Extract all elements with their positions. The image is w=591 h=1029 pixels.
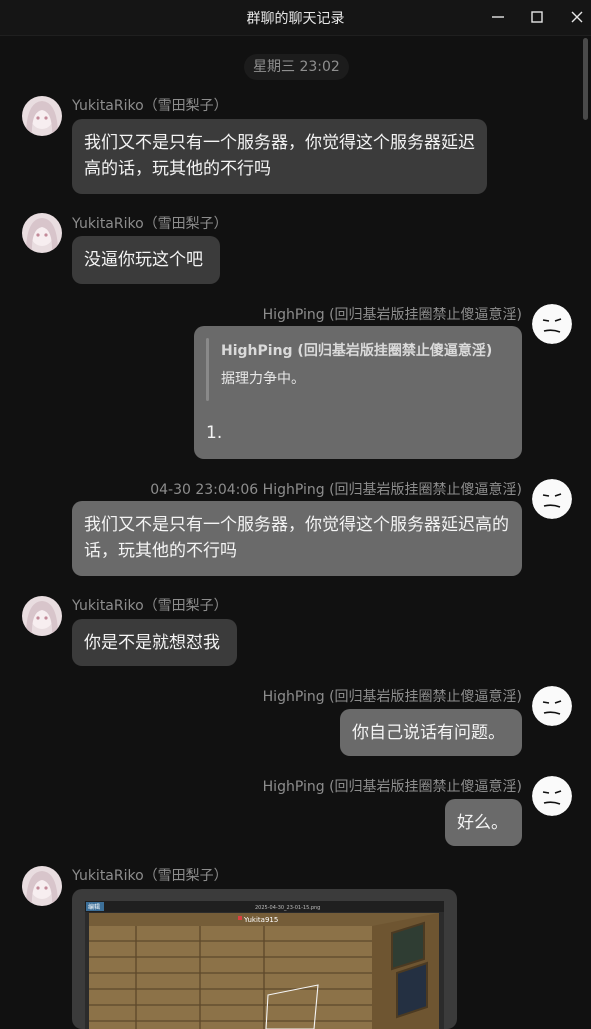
- quote-bar: [206, 338, 209, 401]
- player-tag: Yukita915: [243, 916, 278, 924]
- close-icon[interactable]: [569, 9, 585, 25]
- meh-face-icon: [532, 479, 572, 519]
- meh-face-icon: [532, 776, 572, 816]
- sender-name: YukitaRiko（雪田梨子）: [72, 98, 228, 114]
- title-bar: 群聊的聊天记录: [0, 0, 591, 36]
- avatar[interactable]: [22, 213, 62, 253]
- file-name: 2025-04-30_23-01-15.png: [255, 905, 320, 911]
- message-bubble[interactable]: 我们又不是只有一个服务器，你觉得这个服务器延迟高的话，玩其他的不行吗: [72, 501, 522, 576]
- image-message[interactable]: 编辑 2025-04-30_23-01-15.png Yukita915: [72, 889, 457, 1029]
- message-bubble[interactable]: HighPing (回归基岩版挂圈禁止傻逼意淫) 据理力争中。 1.: [194, 326, 522, 459]
- anime-avatar-icon: [22, 96, 62, 136]
- scrollbar[interactable]: [583, 38, 588, 120]
- toolbar-label: 编辑: [88, 903, 100, 911]
- avatar[interactable]: [532, 686, 572, 726]
- message-bubble[interactable]: 你是不是就想怼我: [72, 619, 237, 666]
- anime-avatar-icon: [22, 213, 62, 253]
- sender-name: HighPing (回归基岩版挂圈禁止傻逼意淫): [262, 307, 522, 323]
- anime-avatar-icon: [22, 866, 62, 906]
- sender-name-with-time: 04-30 23:04:06 HighPing (回归基岩版挂圈禁止傻逼意淫): [150, 482, 522, 498]
- message-bubble[interactable]: 你自己说话有问题。: [340, 709, 522, 756]
- sender-name: HighPing (回归基岩版挂圈禁止傻逼意淫): [262, 689, 522, 705]
- message-bubble[interactable]: 好么。: [445, 799, 522, 846]
- avatar[interactable]: [22, 96, 62, 136]
- message-bubble[interactable]: 我们又不是只有一个服务器，你觉得这个服务器延迟高的话，玩其他的不行吗: [72, 119, 487, 194]
- minecraft-screenshot-image[interactable]: 编辑 2025-04-30_23-01-15.png Yukita915: [72, 889, 457, 1029]
- sender-name: YukitaRiko（雪田梨子）: [72, 216, 228, 232]
- avatar[interactable]: [22, 596, 62, 636]
- meh-face-icon: [532, 686, 572, 726]
- avatar[interactable]: [532, 776, 572, 816]
- meh-face-icon: [532, 304, 572, 344]
- sender-name: YukitaRiko（雪田梨子）: [72, 868, 228, 884]
- quote-text: 据理力争中。: [221, 371, 305, 387]
- sender-name: YukitaRiko（雪田梨子）: [72, 598, 228, 614]
- avatar[interactable]: [532, 479, 572, 519]
- message-bubble[interactable]: 没逼你玩这个吧: [72, 236, 220, 284]
- avatar[interactable]: [22, 866, 62, 906]
- quote-author: HighPing (回归基岩版挂圈禁止傻逼意淫): [221, 343, 493, 359]
- maximize-icon[interactable]: [529, 9, 545, 25]
- time-divider: 星期三 23:02: [244, 54, 349, 80]
- reply-text: 1.: [206, 423, 223, 443]
- anime-avatar-icon: [22, 596, 62, 636]
- sender-name: HighPing (回归基岩版挂圈禁止傻逼意淫): [262, 779, 522, 795]
- minimize-icon[interactable]: [490, 9, 506, 25]
- avatar[interactable]: [532, 304, 572, 344]
